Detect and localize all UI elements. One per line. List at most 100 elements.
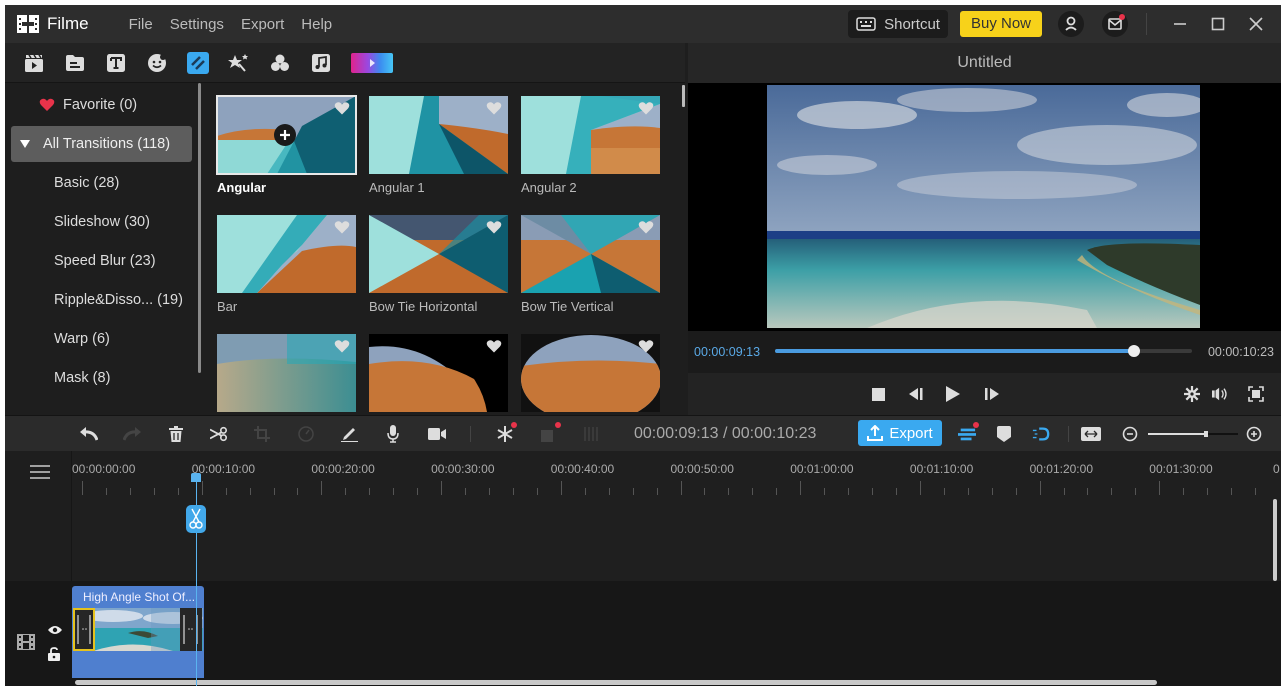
settings-button[interactable] (1184, 386, 1200, 402)
speed-button[interactable] (297, 425, 315, 443)
record-audio-button[interactable] (384, 425, 402, 443)
shortcut-button[interactable]: Shortcut (848, 10, 948, 38)
zoom-slider-handle[interactable] (1203, 431, 1208, 437)
sidebar-item-ripple-dissolve[interactable]: Ripple&Disso... (19) (5, 282, 195, 318)
seek-slider[interactable] (775, 345, 1192, 357)
favorite-heart-icon[interactable] (486, 101, 502, 116)
mosaic-button[interactable] (540, 422, 561, 443)
menu-icon[interactable] (30, 465, 50, 479)
favorite-heart-icon[interactable] (638, 339, 654, 354)
audio-tracks-button[interactable] (958, 422, 979, 443)
trim-handle-left[interactable] (73, 608, 95, 651)
crop-button[interactable] (253, 425, 271, 443)
mosaic-icon (541, 430, 553, 442)
fit-timeline-button[interactable] (1080, 425, 1102, 443)
sidebar-item-mask[interactable]: Mask (8) (5, 360, 195, 396)
transition-tile-circle-wipe[interactable] (369, 334, 508, 412)
next-frame-button[interactable] (984, 386, 1000, 402)
transition-tile-bow-tie-horizontal[interactable]: Bow Tie Horizontal (369, 215, 508, 314)
menu-export[interactable]: Export (241, 16, 284, 33)
filters-tab[interactable] (269, 52, 291, 74)
preview-player[interactable] (688, 83, 1281, 331)
favorite-heart-icon[interactable] (486, 339, 502, 354)
delete-button[interactable] (167, 425, 185, 443)
transition-tile-bow-tie-vertical[interactable]: Bow Tie Vertical (521, 215, 660, 314)
seek-handle[interactable] (1127, 345, 1140, 357)
maximize-button[interactable] (1199, 5, 1237, 43)
minor-tick (225, 488, 227, 495)
export-button[interactable]: Export (858, 420, 942, 446)
volume-button[interactable] (1212, 386, 1228, 402)
transition-tile-angular[interactable]: Angular (216, 95, 357, 195)
transition-tile-angular-1[interactable]: Angular 1 (369, 96, 508, 195)
add-transition-button[interactable] (274, 124, 296, 146)
account-button[interactable] (1058, 11, 1084, 37)
split-marker-button[interactable] (185, 505, 206, 533)
stop-button[interactable] (870, 386, 886, 402)
sidebar-item-warp[interactable]: Warp (6) (5, 321, 195, 357)
redo-button[interactable] (123, 425, 141, 443)
favorite-heart-icon[interactable] (486, 220, 502, 235)
split-screen-button[interactable] (582, 425, 600, 443)
ruler-label: 00:01:00:00 (790, 462, 854, 476)
menu-file[interactable]: File (129, 16, 153, 33)
buy-now-button[interactable]: Buy Now (959, 11, 1042, 37)
menu-help[interactable]: Help (301, 16, 332, 33)
folder-tab[interactable] (64, 52, 86, 74)
transition-tile-fade[interactable] (217, 334, 356, 412)
favorite-heart-icon[interactable] (638, 220, 654, 235)
timeline-vertical-scrollbar[interactable] (1273, 499, 1277, 581)
seek-progress (775, 349, 1134, 353)
messages-button[interactable] (1102, 11, 1128, 37)
eye-icon[interactable] (48, 625, 62, 635)
previous-frame-button[interactable] (908, 386, 924, 402)
trim-handle-right[interactable] (180, 608, 202, 651)
transition-tile-oval[interactable] (521, 334, 660, 412)
zoom-out-button[interactable] (1121, 425, 1139, 443)
marker-button[interactable] (995, 425, 1013, 443)
timeline-zoom-slider[interactable] (1148, 431, 1238, 437)
menu-settings[interactable]: Settings (170, 16, 224, 33)
transition-tile-bar[interactable]: Bar (217, 215, 356, 314)
zoom-in-button[interactable] (1245, 425, 1263, 443)
favorite-heart-icon[interactable] (334, 101, 350, 116)
record-screen-button[interactable] (428, 425, 446, 443)
grid-scrollbar[interactable] (682, 85, 685, 107)
transition-thumbnail (369, 334, 508, 412)
minor-tick (584, 488, 586, 495)
unlock-icon[interactable] (48, 647, 60, 661)
undo-button[interactable] (80, 425, 98, 443)
sidebar-item-favorite[interactable]: Favorite (0) (5, 87, 195, 123)
split-button[interactable] (210, 425, 228, 443)
timeline-ruler[interactable]: 00:00:00:00 00:00:10:00 00:00:20:00 00:00:3… (72, 451, 1281, 581)
close-button[interactable] (1237, 5, 1275, 43)
play-button[interactable] (945, 386, 961, 402)
favorite-heart-icon[interactable] (638, 101, 654, 116)
sticker-tab[interactable] (146, 52, 168, 74)
media-tab[interactable] (23, 52, 45, 74)
fullscreen-button[interactable] (1248, 386, 1264, 402)
snap-button[interactable] (1032, 425, 1050, 443)
effects-tab[interactable] (228, 52, 250, 74)
transition-label: Bow Tie Horizontal (369, 299, 478, 314)
music-tab[interactable] (310, 52, 332, 74)
favorite-heart-icon[interactable] (334, 339, 350, 354)
minimize-button[interactable] (1161, 5, 1199, 43)
sidebar-scrollbar[interactable] (198, 83, 201, 373)
sidebar-item-slideshow[interactable]: Slideshow (30) (5, 204, 195, 240)
major-tick (82, 481, 83, 495)
transition-tile-angular-2[interactable]: Angular 2 (521, 96, 660, 195)
favorite-heart-icon[interactable] (334, 220, 350, 235)
sidebar-item-basic[interactable]: Basic (28) (5, 165, 195, 201)
sidebar-item-speed-blur[interactable]: Speed Blur (23) (5, 243, 195, 279)
freeze-frame-button[interactable] (496, 422, 517, 443)
timeline-horizontal-scrollbar[interactable] (75, 680, 1157, 685)
sidebar-item-all-transitions[interactable]: All Transitions (118) (11, 126, 192, 162)
text-tab[interactable] (105, 52, 127, 74)
major-tick (800, 481, 802, 495)
edit-button[interactable] (341, 425, 359, 443)
video-clip[interactable]: High Angle Shot Of... (72, 586, 204, 678)
crop-icon (254, 426, 270, 442)
transitions-tab[interactable] (187, 51, 209, 74)
color-effects-tab[interactable] (351, 52, 393, 73)
